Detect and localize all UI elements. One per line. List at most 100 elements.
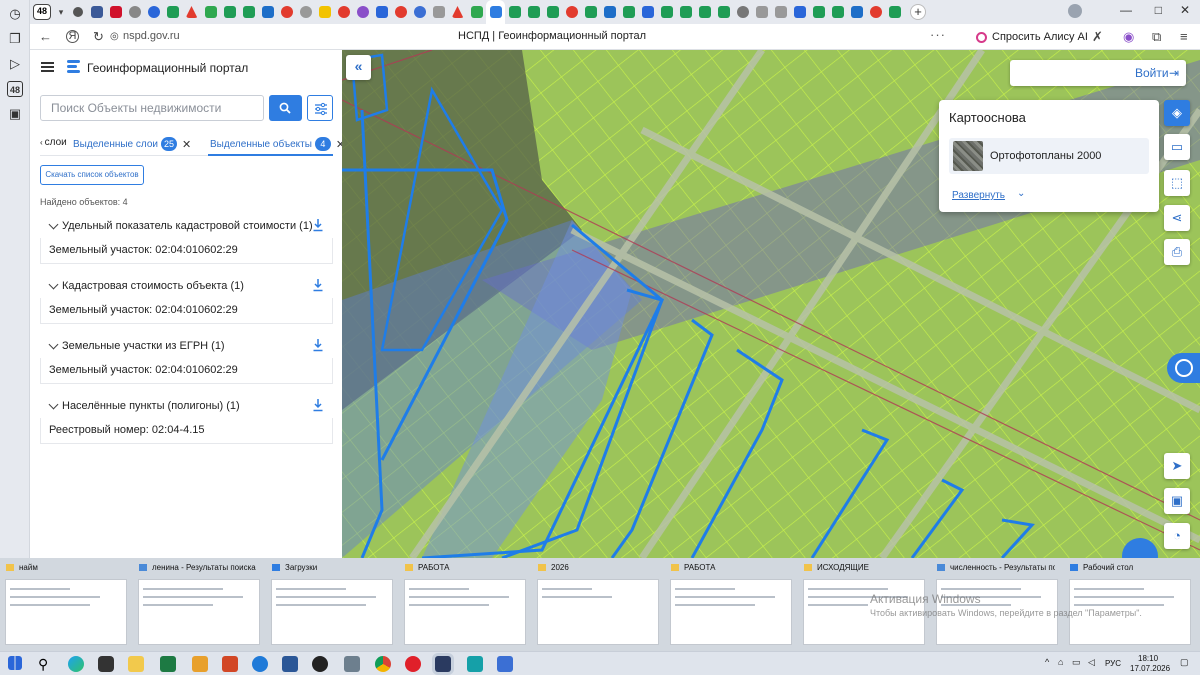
close-window-icon[interactable]: ✕: [1180, 3, 1190, 17]
tab-favicon[interactable]: [809, 0, 828, 24]
extension-icon-2[interactable]: ◉: [1123, 29, 1134, 45]
app-icon-3[interactable]: [344, 656, 360, 672]
tabs-counter-icon[interactable]: 48: [7, 81, 23, 97]
tab-favicon[interactable]: [657, 0, 676, 24]
chevron-down-icon[interactable]: [48, 279, 59, 290]
chevron-down-icon[interactable]: [48, 339, 59, 350]
search-input[interactable]: [40, 95, 264, 121]
more-icon[interactable]: ···: [930, 27, 946, 42]
map-tool-button[interactable]: ◔: [1164, 523, 1190, 549]
tab-active-favicon[interactable]: [486, 0, 505, 24]
play-icon[interactable]: ▷: [7, 56, 23, 72]
group-header[interactable]: Земельные участки из ЕГРН (1): [40, 336, 333, 358]
login-box[interactable]: Войти ⇥: [1010, 60, 1186, 86]
portal-title[interactable]: Геоинформационный портал: [87, 61, 248, 75]
download-icon[interactable]: [312, 278, 324, 292]
clock-time[interactable]: 18:10: [1138, 654, 1158, 663]
tray-chevron-icon[interactable]: ^: [1045, 657, 1049, 667]
my-location-button[interactable]: ➤: [1164, 453, 1190, 479]
tab-favicon[interactable]: [258, 0, 277, 24]
tab-favicon[interactable]: [315, 0, 334, 24]
collections-icon[interactable]: ❐: [7, 31, 23, 47]
window-thumbnail[interactable]: 2026: [532, 558, 660, 651]
window-thumbnail[interactable]: Рабочий стол: [1064, 558, 1192, 651]
powerpoint-icon[interactable]: [222, 656, 238, 672]
word-icon[interactable]: [282, 656, 298, 672]
tab-favicon[interactable]: [543, 0, 562, 24]
device-icon[interactable]: ▣: [7, 106, 23, 122]
ie-icon[interactable]: [252, 656, 268, 672]
group-header[interactable]: Удельный показатель кадастровой стоимост…: [40, 216, 333, 238]
tab-favicon[interactable]: [372, 0, 391, 24]
tab-favicon[interactable]: [429, 0, 448, 24]
tab-selected-layers[interactable]: Выделенные слои 25 ✕: [73, 137, 191, 151]
list-item[interactable]: Земельный участок: 02:04:010602:29: [40, 238, 333, 264]
site-info-icon[interactable]: ◎: [110, 31, 119, 42]
start-icon[interactable]: [8, 656, 22, 670]
map-view[interactable]: « Войти ⇥ Картооснова Ортофотопланы 2000…: [342, 50, 1200, 558]
window-thumbnail[interactable]: найм: [0, 558, 128, 651]
chevron-down-icon[interactable]: [48, 399, 59, 410]
clock-date[interactable]: 17.07.2026: [1130, 664, 1170, 673]
hamburger-menu-icon[interactable]: [41, 62, 54, 72]
new-tab-icon[interactable]: +: [910, 4, 926, 20]
minimap-button[interactable]: ▣: [1164, 488, 1190, 514]
support-chat-button[interactable]: [1167, 353, 1200, 383]
tab-favicon[interactable]: [733, 0, 752, 24]
tab-favicon[interactable]: [752, 0, 771, 24]
tab-favicon[interactable]: [353, 0, 372, 24]
tab-favicon[interactable]: [847, 0, 866, 24]
notifications-icon[interactable]: ▢: [1180, 657, 1189, 668]
back-icon[interactable]: ←: [39, 29, 52, 44]
group-header[interactable]: Населённые пункты (полигоны) (1): [40, 396, 333, 418]
chevron-left-icon[interactable]: ‹: [40, 138, 43, 147]
app-icon-5[interactable]: [497, 656, 513, 672]
download-icon[interactable]: [312, 398, 324, 412]
tab-favicon[interactable]: [524, 0, 543, 24]
reload-icon[interactable]: ↻: [93, 29, 104, 45]
collapse-panel-button[interactable]: «: [346, 55, 371, 80]
excel-icon[interactable]: [160, 656, 176, 672]
tab-favicon[interactable]: [125, 0, 144, 24]
tab-favicon[interactable]: [866, 0, 885, 24]
minimize-icon[interactable]: —: [1120, 3, 1132, 17]
area-select-tool-button[interactable]: ⬚: [1164, 170, 1190, 196]
search-icon[interactable]: ⚲: [38, 656, 54, 672]
window-thumbnail[interactable]: Загрузки: [266, 558, 394, 651]
list-item[interactable]: Земельный участок: 02:04:010602:29: [40, 298, 333, 324]
url-text[interactable]: nspd.gov.ru: [123, 30, 180, 42]
app-icon[interactable]: [192, 656, 208, 672]
basemap-option[interactable]: Ортофотопланы 2000: [949, 138, 1149, 174]
login-icon[interactable]: ⇥: [1169, 66, 1179, 80]
tab-favicon[interactable]: [87, 0, 106, 24]
tab-favicon[interactable]: [68, 0, 87, 24]
tab-favicon[interactable]: [106, 0, 125, 24]
keyboard-icon[interactable]: ▭: [1072, 657, 1081, 668]
close-tab-icon[interactable]: ✕: [182, 138, 191, 151]
edge-icon[interactable]: [68, 656, 84, 672]
tab-favicon[interactable]: [163, 0, 182, 24]
window-thumbnail[interactable]: РАБОТА: [399, 558, 527, 651]
tab-favicon[interactable]: [391, 0, 410, 24]
tab-favicon[interactable]: [885, 0, 904, 24]
app-icon-2[interactable]: [312, 656, 328, 672]
filter-button[interactable]: [307, 95, 333, 121]
search-button[interactable]: [269, 95, 302, 121]
tab-favicon[interactable]: [505, 0, 524, 24]
tab-favicon[interactable]: [828, 0, 847, 24]
tab-layers[interactable]: ‹ слои: [40, 137, 67, 148]
downloads-icon[interactable]: ⧉: [1152, 29, 1161, 45]
volume-icon[interactable]: ◁: [1088, 657, 1095, 668]
chevron-down-icon[interactable]: [48, 219, 59, 230]
list-item[interactable]: Земельный участок: 02:04:010602:29: [40, 358, 333, 384]
tab-favicon[interactable]: [144, 0, 163, 24]
tab-favicon[interactable]: [771, 0, 790, 24]
tab-favicon[interactable]: [182, 0, 201, 24]
group-header[interactable]: Кадастровая стоимость объекта (1): [40, 276, 333, 298]
window-thumbnail[interactable]: РАБОТА: [665, 558, 793, 651]
chevron-down-icon[interactable]: ⌄: [1017, 188, 1025, 199]
maximize-icon[interactable]: □: [1155, 3, 1162, 17]
tab-favicon[interactable]: [239, 0, 258, 24]
share-tool-button[interactable]: ⋖: [1164, 205, 1190, 231]
tab-favicon[interactable]: [201, 0, 220, 24]
